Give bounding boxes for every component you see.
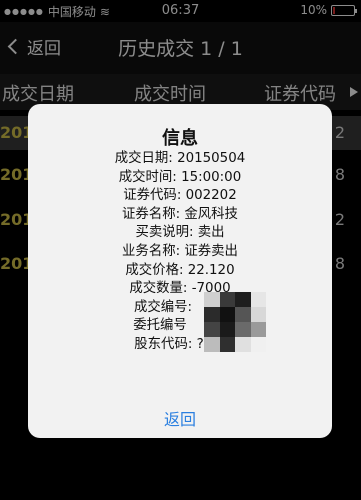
mosaic-tile — [250, 337, 266, 352]
mosaic-tile — [235, 322, 251, 337]
dialog-line-business-name: 业务名称: 证券卖出 — [122, 243, 238, 259]
mosaic-tile — [204, 337, 220, 352]
dialog-line-trade-time: 成交时间: 15:00:00 — [118, 169, 242, 185]
dialog-line-direction: 买卖说明: 卖出 — [135, 225, 225, 241]
dialog-message: 成交日期: 20150504 成交时间: 15:00:00 证券代码: 0022… — [28, 150, 332, 355]
dialog-line-trade-date: 成交日期: 20150504 — [114, 151, 246, 166]
mosaic-tile — [204, 292, 220, 307]
dialog-line-price: 成交价格: 22.120 — [125, 262, 235, 278]
dialog-line-security-code: 证券代码: 002202 — [123, 188, 237, 204]
mosaic-tile — [219, 322, 235, 337]
mosaic-tile — [235, 292, 251, 307]
mosaic-tile — [204, 322, 220, 337]
mosaic-tile — [235, 337, 251, 352]
mosaic-tile — [250, 292, 266, 307]
dialog-line-security-name: 证券名称: 金风科技 — [122, 206, 238, 222]
mosaic-tile — [250, 322, 266, 337]
mosaic-tile — [235, 307, 251, 322]
dialog-line-trade-no: 成交编号: — [133, 299, 193, 315]
mosaic-tile — [219, 292, 235, 307]
dialog-line-order-no: 委托编号 — [133, 318, 187, 334]
mosaic-tile — [204, 307, 220, 322]
dialog-line-quantity: 成交数量: -7000 — [129, 281, 231, 297]
mosaic-tile — [219, 337, 235, 352]
info-dialog: 信息 成交日期: 20150504 成交时间: 15:00:00 证券代码: 0… — [28, 104, 332, 438]
dialog-line-holder-code: 股东代码: ? — [134, 336, 204, 352]
dialog-title: 信息 — [162, 128, 198, 149]
dialog-return-button[interactable]: 返回 — [28, 406, 332, 430]
redaction-mosaic — [204, 292, 266, 352]
mosaic-tile — [219, 307, 235, 322]
mosaic-tile — [250, 307, 266, 322]
